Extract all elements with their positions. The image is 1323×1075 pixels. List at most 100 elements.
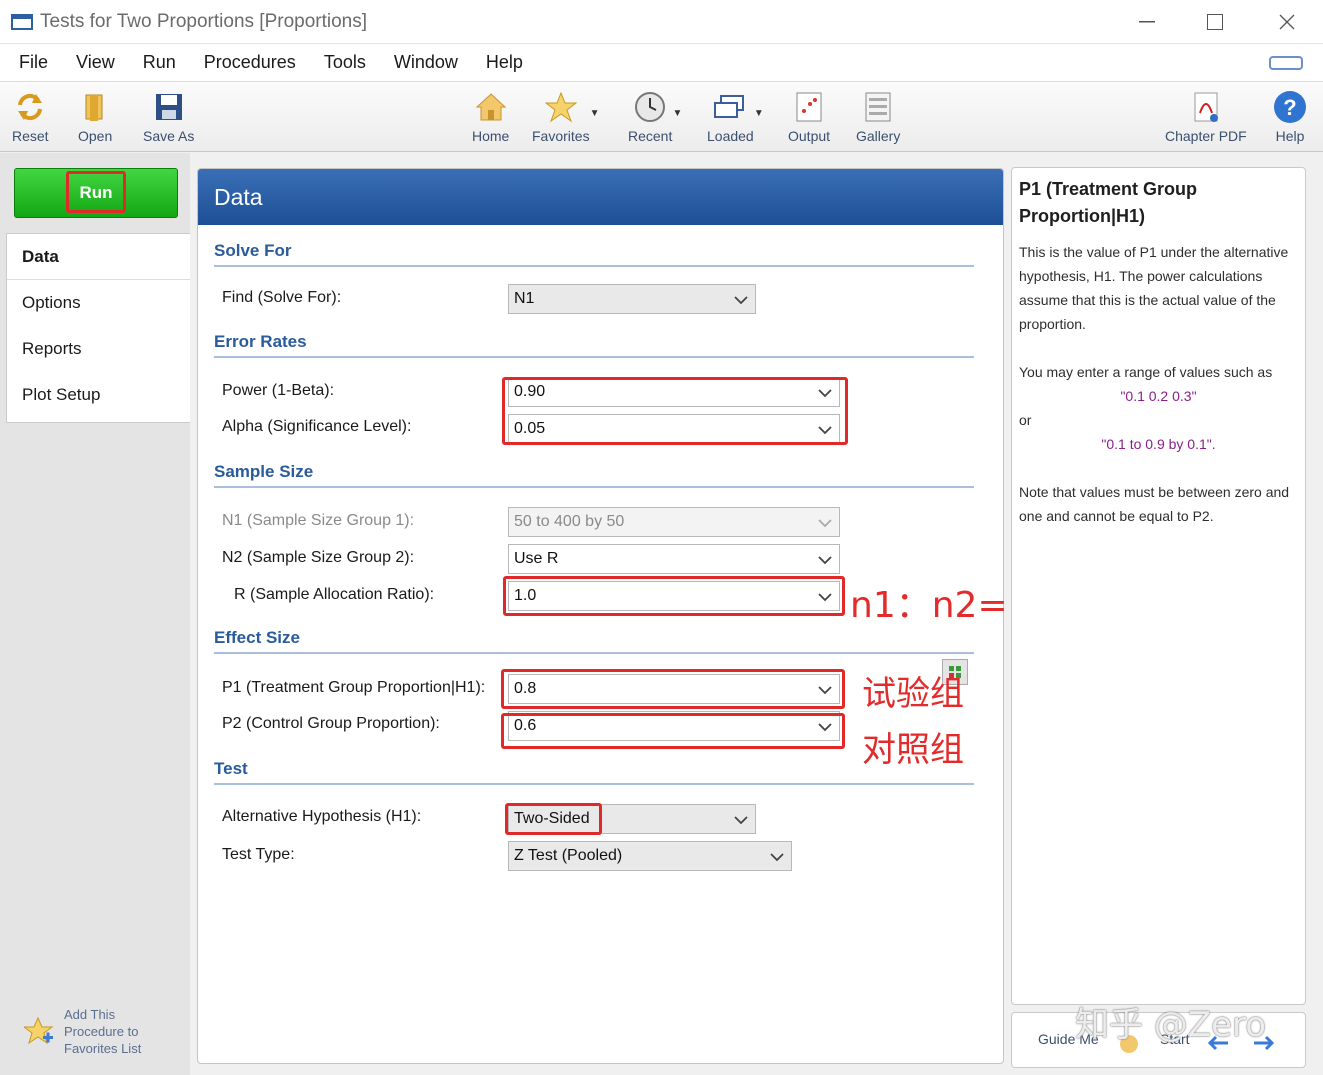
watermark: 知乎 @Zero — [1075, 1005, 1267, 1045]
find-select[interactable]: N1 — [508, 284, 756, 314]
save-disk-icon — [152, 90, 186, 124]
loaded-dropdown-icon[interactable]: ▼ — [754, 108, 764, 119]
maximize-icon[interactable] — [1200, 8, 1230, 36]
chapter-pdf-label: Chapter PDF — [1165, 128, 1247, 144]
favorites-text: Add This Procedure to Favorites List — [64, 1007, 142, 1056]
open-folder-icon — [78, 90, 112, 124]
recent-button[interactable]: Recent ▼ — [628, 90, 682, 144]
favorites-star-icon — [544, 90, 578, 124]
menu-run[interactable]: Run — [134, 52, 185, 73]
chevron-down-icon — [818, 556, 832, 565]
recent-dropdown-icon[interactable]: ▼ — [672, 108, 682, 119]
section-solve-for-title: Solve For — [214, 241, 292, 260]
alt-hypothesis-label: Alternative Hypothesis (H1): — [222, 808, 422, 825]
n2-label: N2 (Sample Size Group 2): — [222, 549, 415, 566]
loaded-label: Loaded — [707, 128, 754, 144]
window-title: Tests for Two Proportions [Proportions] — [40, 10, 368, 32]
run-highlight-box — [66, 171, 126, 213]
find-value: N1 — [514, 290, 535, 307]
menu-bar: File View Run Procedures Tools Window He… — [0, 44, 1323, 82]
toolbar: Reset Open Save As Home Favorites ▼ Rece… — [0, 82, 1323, 152]
panel-title: Data — [214, 183, 263, 210]
recent-label: Recent — [628, 128, 673, 144]
section-error-rates-title: Error Rates — [214, 332, 307, 351]
help-or: or — [1019, 412, 1032, 428]
help-pane: P1 (Treatment Group Proportion|H1) This … — [1011, 167, 1306, 1005]
section-effect-size: Effect Size — [214, 628, 974, 654]
error-rates-highlight-box — [502, 377, 848, 445]
left-nav-pane: Run Data Options Reports Plot Setup Add … — [0, 153, 190, 1075]
output-button[interactable]: Output — [788, 90, 830, 144]
output-document-icon — [792, 90, 826, 124]
help-paragraph-3: Note that values must be between zero an… — [1019, 484, 1290, 524]
test-type-label: Test Type: — [222, 846, 295, 863]
ratio-highlight-box — [503, 576, 845, 616]
chapter-pdf-button[interactable]: Chapter PDF — [1165, 90, 1247, 144]
reset-label: Reset — [12, 128, 49, 144]
n2-input[interactable]: Use R — [508, 544, 840, 574]
gallery-label: Gallery — [856, 128, 901, 144]
test-type-select[interactable]: Z Test (Pooled) — [508, 841, 792, 871]
favorite-add-star-icon — [24, 1016, 54, 1044]
p2-label: P2 (Control Group Proportion): — [222, 715, 440, 732]
close-icon[interactable] — [1272, 8, 1302, 36]
app-window-icon — [11, 13, 33, 30]
home-button[interactable]: Home — [472, 90, 509, 144]
pdf-icon — [1189, 90, 1223, 124]
menu-tools[interactable]: Tools — [315, 52, 375, 73]
output-label: Output — [788, 128, 831, 144]
menu-view[interactable]: View — [67, 52, 124, 73]
chevron-down-icon — [818, 519, 832, 528]
treatment-annotation: 试验组 — [862, 674, 964, 714]
menu-procedures[interactable]: Procedures — [195, 52, 305, 73]
recent-clock-icon — [633, 90, 667, 124]
n1-input: 50 to 400 by 50 — [508, 507, 840, 537]
reset-icon — [13, 90, 47, 124]
n1-label: N1 (Sample Size Group 1): — [222, 512, 415, 529]
favorites-dropdown-icon[interactable]: ▼ — [590, 108, 600, 119]
gallery-button[interactable]: Gallery — [856, 90, 900, 144]
test-type-value: Z Test (Pooled) — [514, 847, 623, 864]
help-paragraph-2: You may enter a range of values such as — [1019, 364, 1273, 380]
chevron-down-icon — [734, 296, 748, 305]
help-button[interactable]: ? Help — [1273, 90, 1307, 144]
help-label: Help — [1275, 128, 1305, 144]
ribbon-collapse-icon[interactable] — [1269, 56, 1303, 70]
home-label: Home — [472, 128, 510, 144]
section-error-rates: Error Rates — [214, 332, 974, 358]
menu-file[interactable]: File — [10, 52, 57, 73]
home-icon — [474, 90, 508, 124]
help-example-2: "0.1 to 0.9 by 0.1". — [1101, 436, 1216, 452]
section-test: Test — [214, 759, 974, 785]
n1-value: 50 to 400 by 50 — [514, 513, 625, 530]
save-as-button[interactable]: Save As — [143, 90, 194, 144]
chevron-down-icon — [770, 853, 784, 862]
chevron-down-icon — [734, 816, 748, 825]
loaded-button[interactable]: Loaded ▼ — [707, 90, 764, 144]
r-label: R (Sample Allocation Ratio): — [234, 586, 435, 603]
menu-help[interactable]: Help — [477, 52, 532, 73]
alpha-label: Alpha (Significance Level): — [222, 418, 412, 435]
add-to-favorites-link[interactable]: Add This Procedure to Favorites List — [24, 1006, 141, 1057]
section-effect-size-title: Effect Size — [214, 628, 300, 647]
tab-plot-setup[interactable]: Plot Setup — [7, 372, 190, 418]
n2-value: Use R — [514, 550, 559, 567]
open-label: Open — [78, 128, 113, 144]
tab-data[interactable]: Data — [7, 234, 190, 280]
menu-window[interactable]: Window — [385, 52, 467, 73]
favorites-label: Favorites — [532, 128, 590, 144]
help-title: P1 (Treatment Group Proportion|H1) — [1019, 179, 1198, 226]
title-bar: Tests for Two Proportions [Proportions] — [0, 0, 1323, 44]
favorites-button[interactable]: Favorites ▼ — [532, 90, 600, 144]
tab-options[interactable]: Options — [7, 280, 190, 326]
help-paragraph-1: This is the value of P1 under the altern… — [1019, 244, 1289, 332]
tab-reports[interactable]: Reports — [7, 326, 190, 372]
minimize-icon[interactable] — [1132, 8, 1162, 36]
help-example-1: "0.1 0.2 0.3" — [1120, 388, 1197, 404]
panel-header: Data — [198, 169, 1003, 225]
open-button[interactable]: Open — [78, 90, 112, 144]
svg-text:?: ? — [1283, 95, 1296, 120]
gallery-list-icon — [861, 90, 895, 124]
find-label: Find (Solve For): — [222, 289, 342, 306]
reset-button[interactable]: Reset — [12, 90, 49, 144]
